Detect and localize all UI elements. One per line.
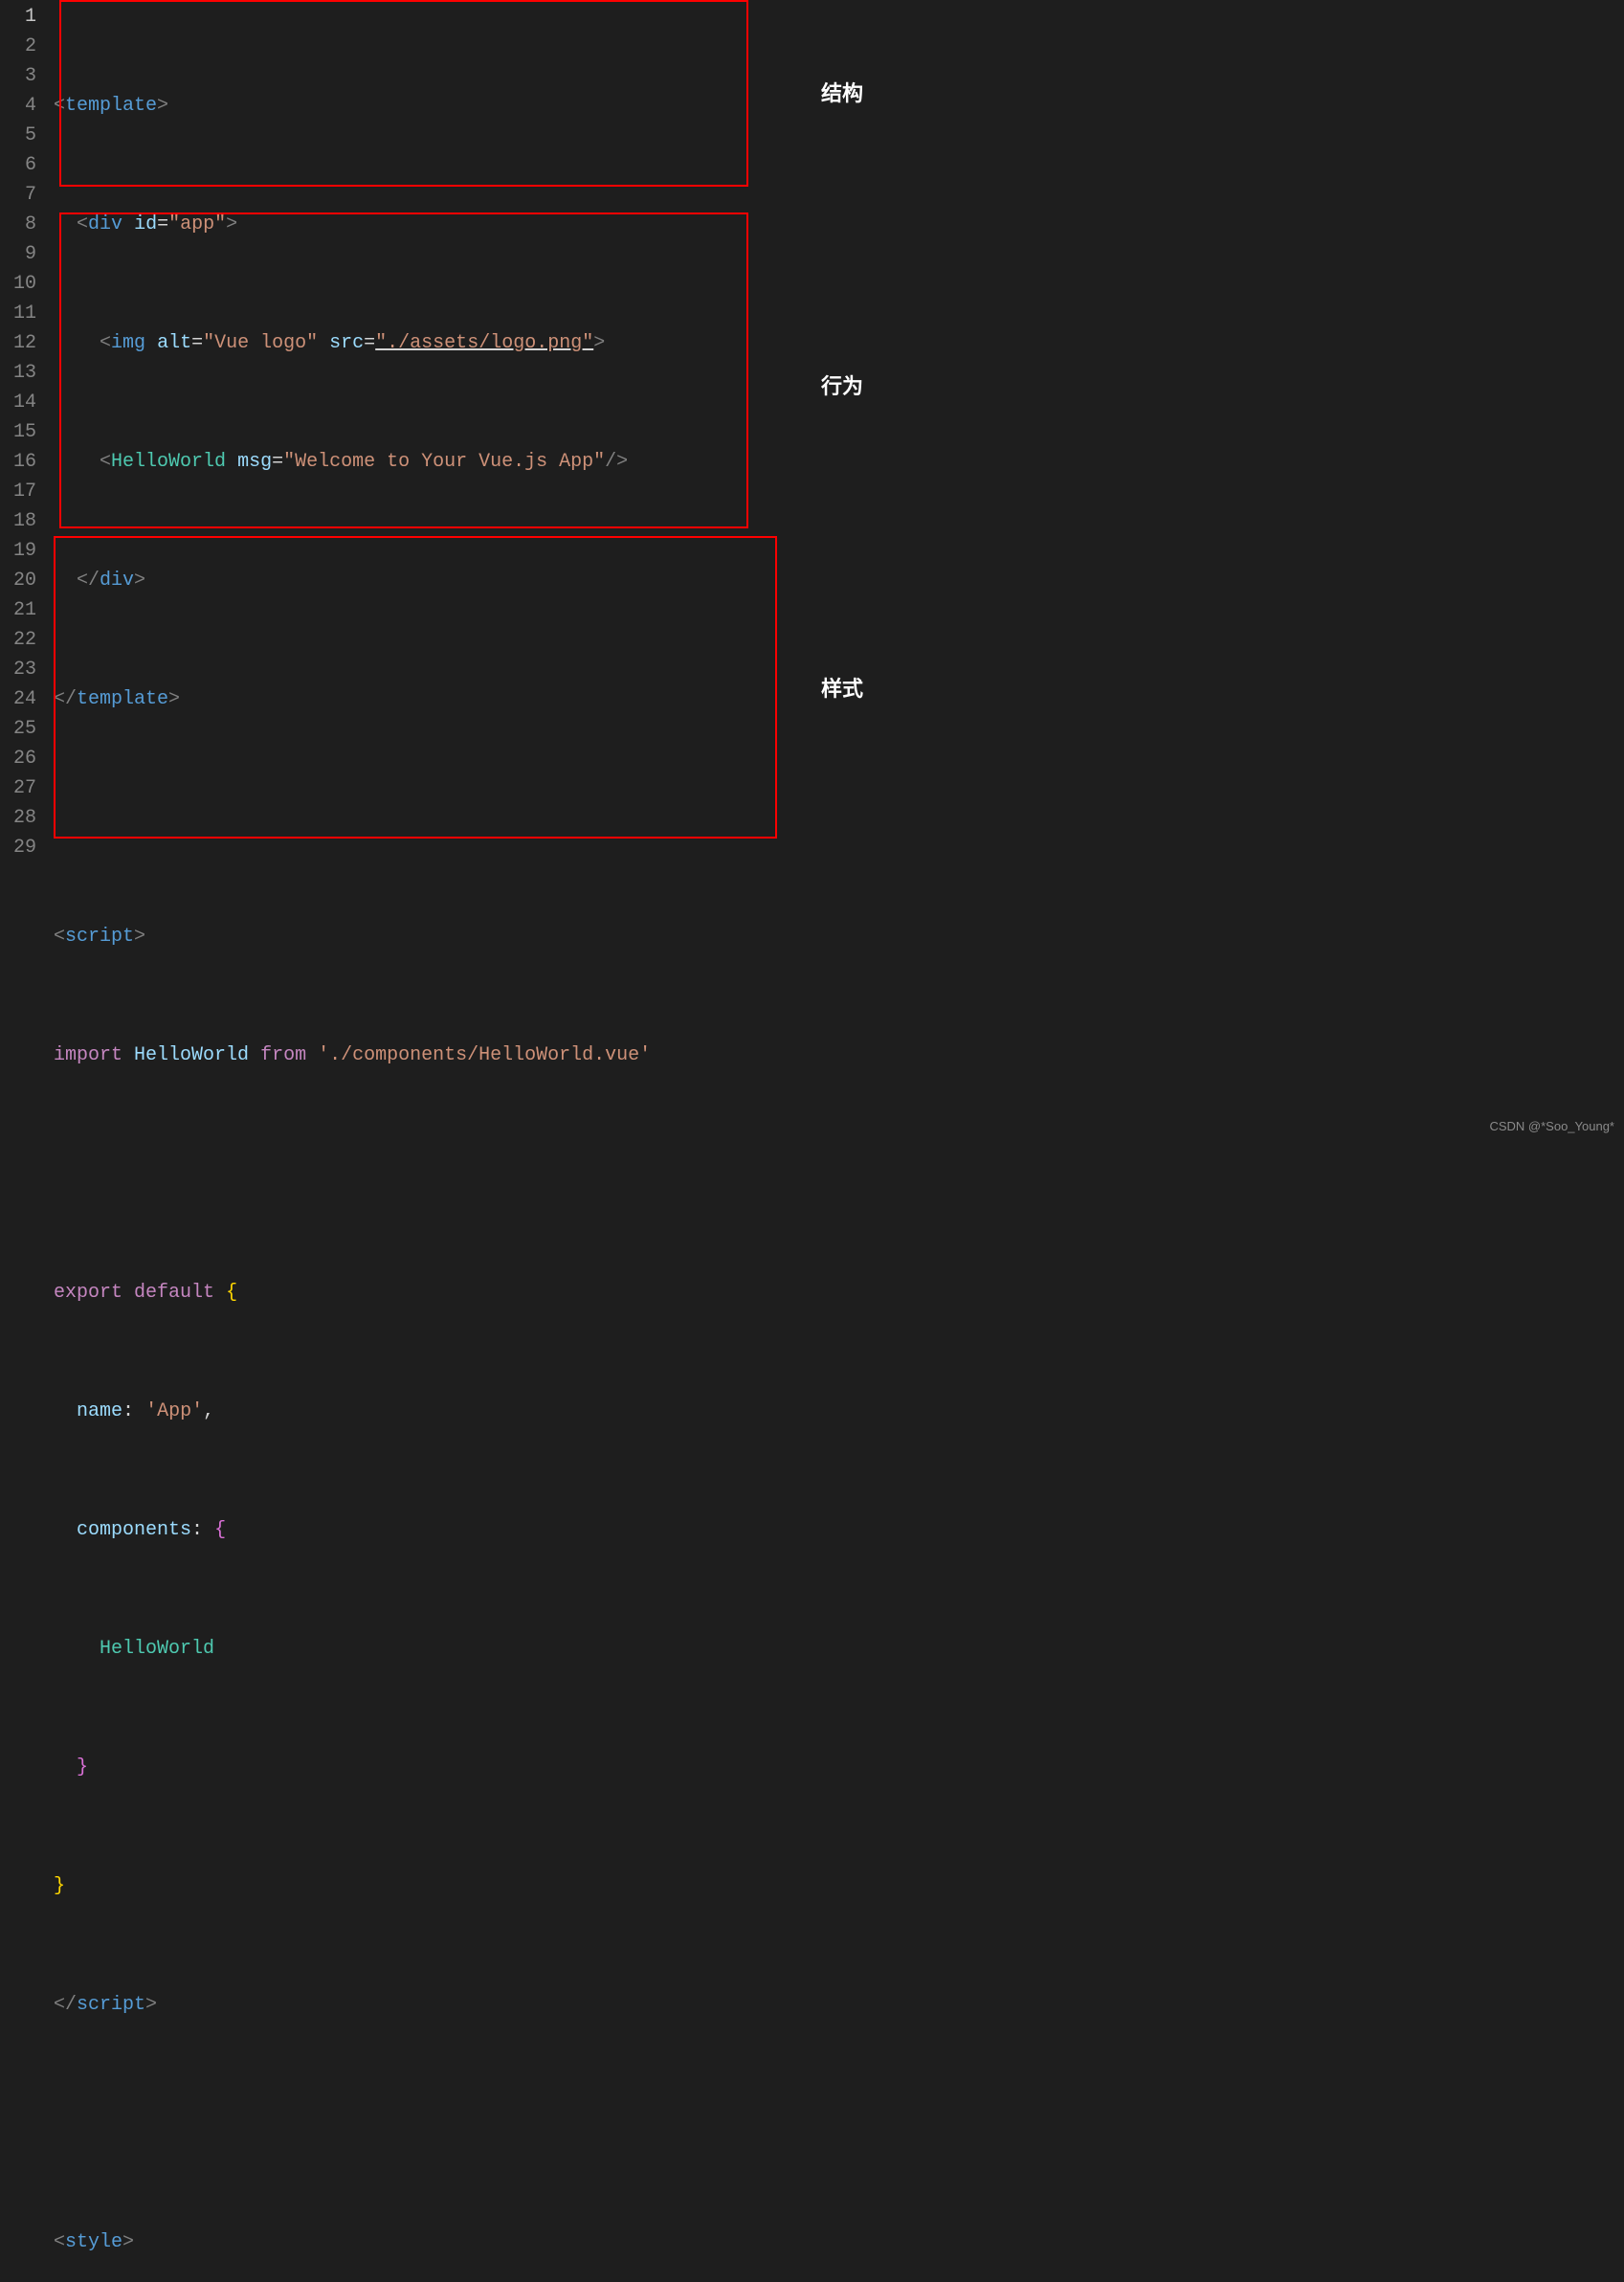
line-number: 21: [8, 595, 36, 625]
line-number-gutter: 1 2 3 4 5 6 7 8 9 10 11 12 13 14 15 16 1…: [0, 0, 54, 1141]
watermark: CSDN @*Soo_Young*: [1489, 1119, 1614, 1133]
line-number: 16: [8, 447, 36, 477]
label-behavior: 行为: [821, 369, 863, 400]
line-number: 29: [8, 833, 36, 862]
code-editor[interactable]: 1 2 3 4 5 6 7 8 9 10 11 12 13 14 15 16 1…: [0, 0, 1624, 1141]
line-number: 14: [8, 388, 36, 417]
code-line[interactable]: </script>: [54, 1990, 1624, 2020]
code-line[interactable]: [54, 803, 1624, 833]
line-number: 23: [8, 655, 36, 684]
code-line[interactable]: <div id="app">: [54, 210, 1624, 239]
code-line[interactable]: [54, 1159, 1624, 1189]
line-number: 7: [8, 180, 36, 210]
line-number: 20: [8, 566, 36, 595]
line-number: 4: [8, 91, 36, 121]
line-number: 19: [8, 536, 36, 566]
code-line[interactable]: import HelloWorld from './components/Hel…: [54, 1040, 1624, 1070]
line-number: 12: [8, 328, 36, 358]
line-number: 8: [8, 210, 36, 239]
line-number: 11: [8, 299, 36, 328]
line-number: 17: [8, 477, 36, 506]
code-line[interactable]: }: [54, 1871, 1624, 1901]
line-number: 22: [8, 625, 36, 655]
line-number: 5: [8, 121, 36, 150]
line-number: 25: [8, 714, 36, 744]
line-number: 26: [8, 744, 36, 773]
code-line[interactable]: HelloWorld: [54, 1634, 1624, 1664]
code-line[interactable]: components: {: [54, 1515, 1624, 1545]
code-line[interactable]: [54, 2109, 1624, 2138]
code-line[interactable]: </div>: [54, 566, 1624, 595]
label-structure: 结构: [821, 77, 863, 107]
code-line[interactable]: }: [54, 1753, 1624, 1782]
line-number: 9: [8, 239, 36, 269]
code-line[interactable]: <script>: [54, 922, 1624, 951]
code-line[interactable]: <img alt="Vue logo" src="./assets/logo.p…: [54, 328, 1624, 358]
code-line[interactable]: <style>: [54, 2227, 1624, 2257]
code-area[interactable]: <template> <div id="app"> <img alt="Vue …: [54, 0, 1624, 1141]
line-number: 6: [8, 150, 36, 180]
code-line[interactable]: <HelloWorld msg="Welcome to Your Vue.js …: [54, 447, 1624, 477]
line-number: 24: [8, 684, 36, 714]
line-number: 3: [8, 61, 36, 91]
line-number: 27: [8, 773, 36, 803]
line-number: 28: [8, 803, 36, 833]
line-number: 1: [8, 2, 36, 32]
line-number: 15: [8, 417, 36, 447]
code-line[interactable]: name: 'App',: [54, 1397, 1624, 1426]
code-line[interactable]: export default {: [54, 1278, 1624, 1308]
line-number: 18: [8, 506, 36, 536]
line-number: 13: [8, 358, 36, 388]
label-style: 样式: [821, 672, 863, 703]
line-number: 10: [8, 269, 36, 299]
line-number: 2: [8, 32, 36, 61]
